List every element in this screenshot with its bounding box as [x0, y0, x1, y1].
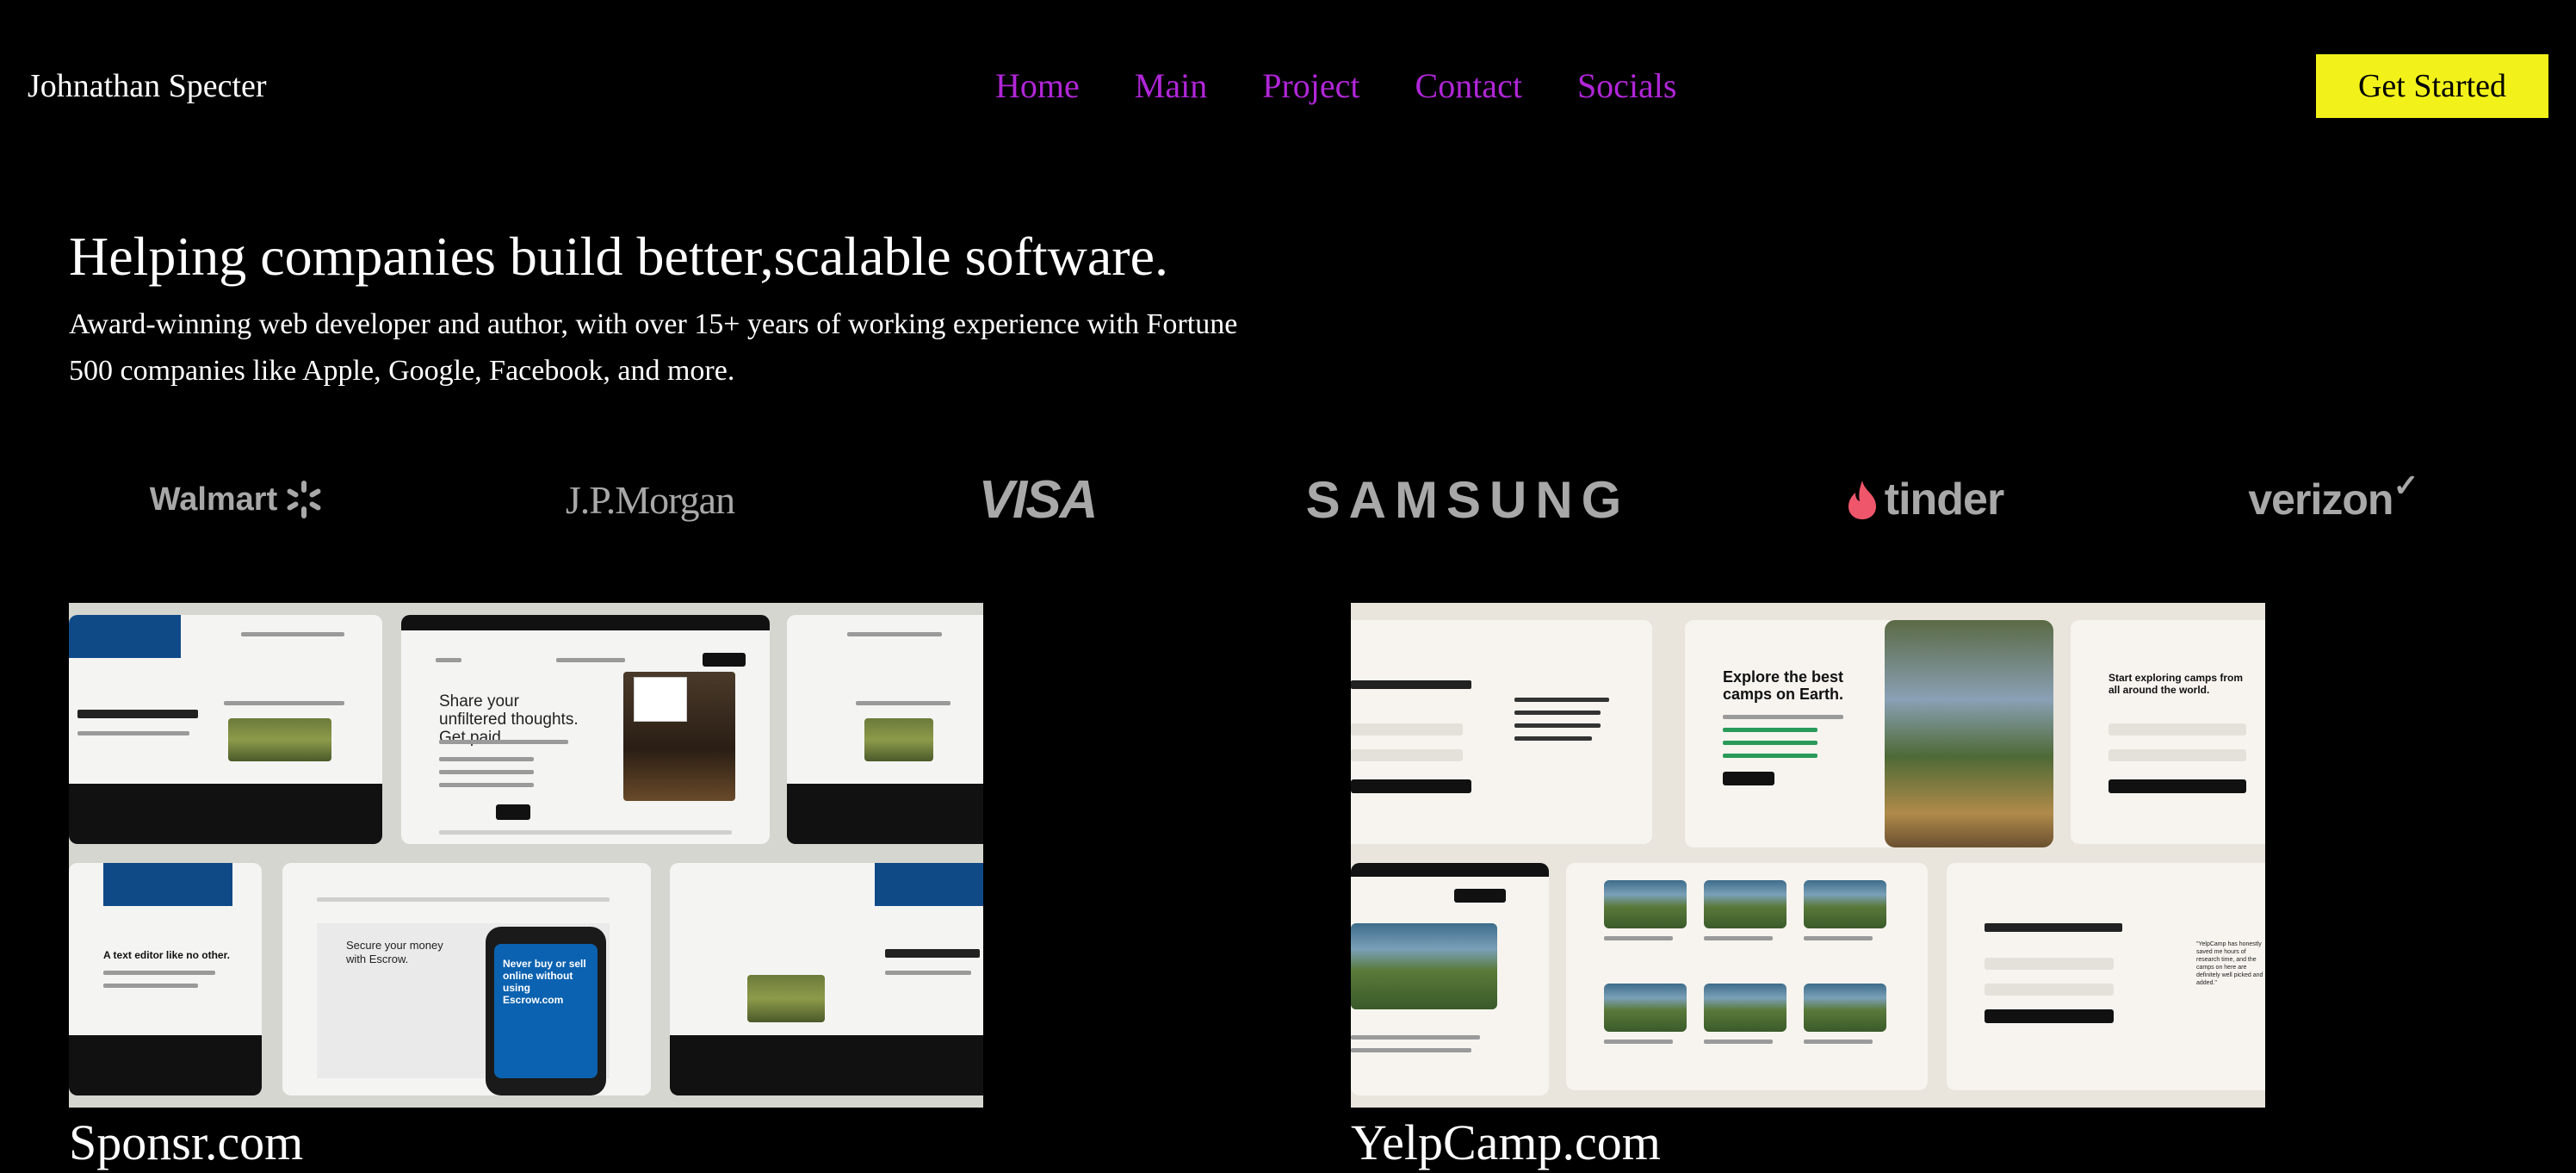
- project-title-sponsr[interactable]: Sponsr.com: [69, 1113, 303, 1173]
- mockup-secure-text: Secure your money with Escrow.: [346, 939, 443, 965]
- mockup-panel-escrow: Secure your money with Escrow. Never buy…: [282, 863, 651, 1095]
- mockup-panel: [69, 615, 382, 844]
- tinder-logo: tinder: [1834, 465, 2015, 534]
- get-started-button[interactable]: Get Started: [2316, 54, 2548, 118]
- verizon-logo: verizon ✓: [2230, 465, 2437, 534]
- mockup-panel-grid: [1566, 863, 1928, 1090]
- mockup-panel: [1351, 620, 1652, 844]
- samsung-logo: SAMSUNG: [1305, 470, 1631, 529]
- verizon-wordmark: verizon: [2248, 475, 2393, 524]
- flame-icon: [1848, 481, 1876, 519]
- mockup-editor-text: A text editor like no other.: [103, 949, 230, 961]
- walmart-spark-icon: [287, 481, 321, 518]
- nav-home[interactable]: Home: [995, 65, 1080, 106]
- main-nav: Home Main Project Contact Socials: [995, 65, 1676, 106]
- tinder-wordmark: tinder: [1884, 475, 2004, 524]
- nav-project[interactable]: Project: [1262, 65, 1359, 106]
- project-thumbnail-yelpcamp[interactable]: Explore the best camps on Earth. Start e…: [1351, 603, 2265, 1108]
- mockup-panel: Start exploring camps from all around th…: [2071, 620, 2265, 844]
- project-title-yelpcamp[interactable]: YelpCamp.com: [1351, 1113, 1661, 1173]
- project-card-sponsr[interactable]: Share your unfiltered thoughts. Get paid…: [69, 603, 983, 1170]
- mockup-quote-text: "YelpCamp has honestly saved me hours of…: [2196, 941, 2263, 986]
- mockup-panel-landing: Explore the best camps on Earth.: [1685, 620, 2053, 847]
- mockup-panel-sponsr: Share your unfiltered thoughts. Get paid…: [401, 615, 770, 844]
- nav-main[interactable]: Main: [1135, 65, 1207, 106]
- mockup-panel: [670, 863, 983, 1095]
- mockup-start-text: Start exploring camps from all around th…: [2108, 672, 2244, 696]
- brand-name[interactable]: Johnathan Specter: [28, 67, 267, 105]
- mockup-explore-text: Explore the best camps on Earth.: [1723, 668, 1844, 703]
- nav-contact[interactable]: Contact: [1415, 65, 1522, 106]
- hero-subtitle: Award-winning web developer and author, …: [69, 308, 1238, 387]
- mockup-headline: Share your unfiltered thoughts. Get paid…: [439, 692, 579, 747]
- project-thumbnail-sponsr[interactable]: Share your unfiltered thoughts. Get paid…: [69, 603, 983, 1108]
- hero-title: Helping companies build better,scalable …: [69, 226, 1168, 287]
- nav-socials[interactable]: Socials: [1577, 65, 1677, 106]
- mockup-never-text: Never buy or sell online without using E…: [503, 958, 586, 1006]
- mockup-panel: "YelpCamp has honestly saved me hours of…: [1947, 863, 2265, 1090]
- client-logos: Walmart J.P.Morgan VISA SAMSUNG tinder v…: [0, 465, 2576, 534]
- checkmark-icon: ✓: [2393, 468, 2418, 503]
- jpmorgan-logo: J.P.Morgan: [565, 477, 735, 522]
- project-card-yelpcamp[interactable]: Explore the best camps on Earth. Start e…: [1351, 603, 2265, 1170]
- walmart-logo: Walmart: [146, 465, 327, 534]
- walmart-wordmark: Walmart: [149, 481, 278, 518]
- mockup-panel: [1351, 863, 1549, 1095]
- mockup-panel: A text editor like no other.: [69, 863, 262, 1095]
- visa-logo: VISA: [978, 469, 1099, 530]
- mockup-panel: [787, 615, 983, 844]
